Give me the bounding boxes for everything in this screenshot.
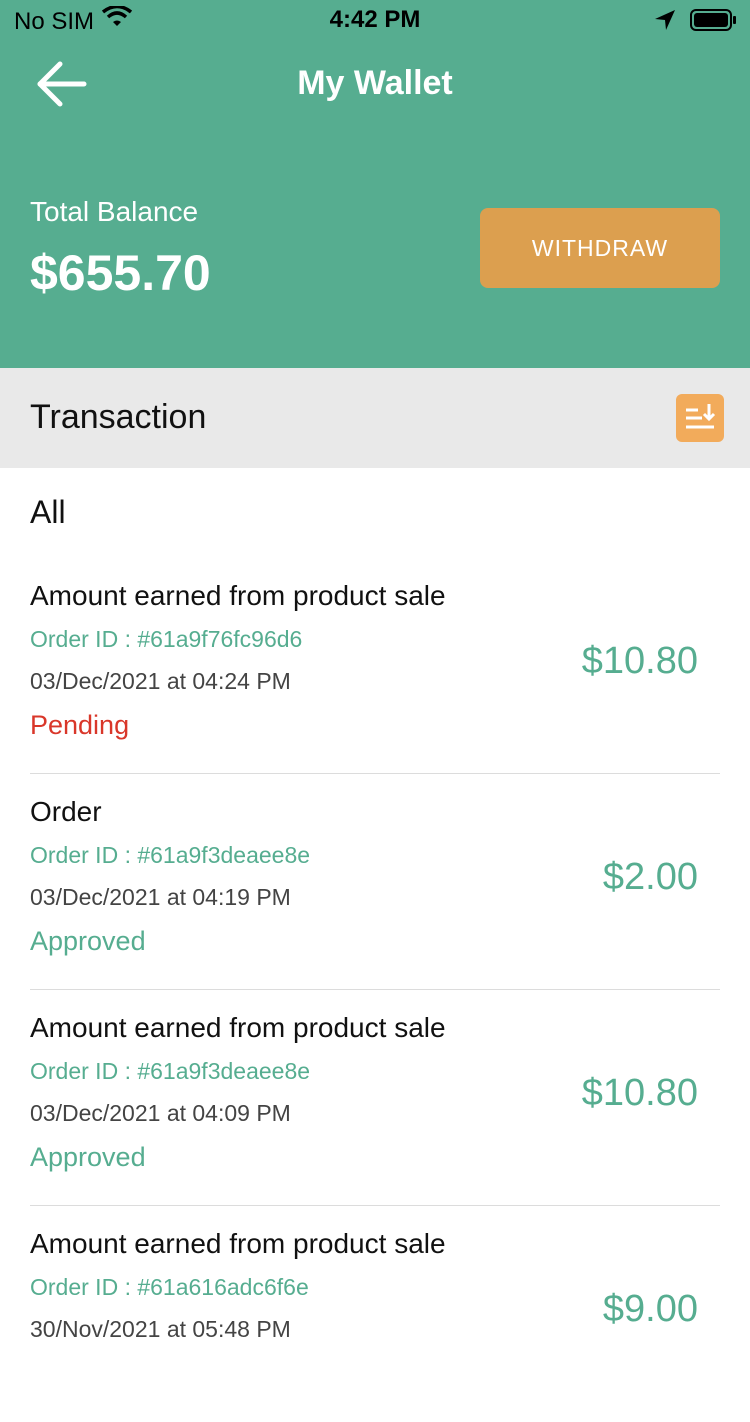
page-title: My Wallet [0,64,750,103]
transaction-datetime: 03/Dec/2021 at 04:24 PM [30,668,291,695]
transaction-datetime: 03/Dec/2021 at 04:09 PM [30,1100,291,1127]
status-right [654,8,738,37]
transaction-amount: $10.80 [582,1072,698,1115]
transaction-amount: $2.00 [603,856,698,899]
total-balance-amount: $655.70 [30,244,211,302]
transaction-item[interactable]: Order Order ID : #61a9f3deaee8e 03/Dec/2… [30,774,720,990]
transaction-status: Pending [30,710,129,741]
transaction-section-header: Transaction [0,368,750,468]
transaction-item[interactable]: Amount earned from product sale Order ID… [30,558,720,774]
order-id: Order ID : #61a9f3deaee8e [30,1058,310,1085]
transaction-status: Approved [30,926,146,957]
status-bar: No SIM 4:42 PM [0,0,750,40]
withdraw-button[interactable]: WITHDRAW [480,208,720,288]
transaction-datetime: 30/Nov/2021 at 05:48 PM [30,1316,291,1343]
transaction-amount: $10.80 [582,640,698,683]
transaction-title-text: Order [30,796,102,828]
transaction-title-text: Amount earned from product sale [30,1228,446,1260]
transaction-title-text: Amount earned from product sale [30,1012,446,1044]
sort-filter-button[interactable] [676,394,724,442]
transaction-item[interactable]: Amount earned from product sale Order ID… [30,1206,720,1422]
transaction-list: Amount earned from product sale Order ID… [30,558,720,1422]
filter-all-label[interactable]: All [30,494,66,531]
total-balance-label: Total Balance [30,196,198,228]
transaction-title-text: Amount earned from product sale [30,580,446,612]
transaction-amount: $9.00 [603,1288,698,1331]
location-arrow-icon [654,9,676,36]
transaction-datetime: 03/Dec/2021 at 04:19 PM [30,884,291,911]
battery-icon [690,8,738,37]
wallet-header: My Wallet Total Balance $655.70 WITHDRAW [0,40,750,368]
transaction-status: Approved [30,1142,146,1173]
sort-download-icon [676,394,724,442]
transaction-title: Transaction [30,398,206,437]
status-time: 4:42 PM [0,6,750,34]
order-id: Order ID : #61a9f3deaee8e [30,842,310,869]
transaction-item[interactable]: Amount earned from product sale Order ID… [30,990,720,1206]
order-id: Order ID : #61a616adc6f6e [30,1274,309,1301]
order-id: Order ID : #61a9f76fc96d6 [30,626,302,653]
